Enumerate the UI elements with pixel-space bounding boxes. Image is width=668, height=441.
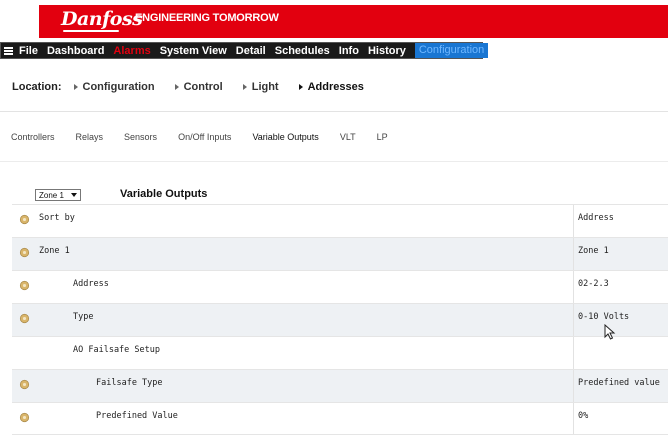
app-header: Danfoss ENGINEERING TOMORROW [0, 0, 668, 40]
subtab-controllers[interactable]: Controllers [11, 132, 55, 142]
breadcrumb-item-label: Addresses [307, 81, 364, 93]
table-row-type[interactable]: Type 0-10 Volts [12, 303, 668, 336]
menu-configuration[interactable]: Configuration [414, 43, 489, 58]
column-divider [573, 337, 574, 369]
column-divider [573, 304, 574, 336]
triangle-right-icon [73, 84, 78, 90]
breadcrumb: Location: Configuration Control Light Ad… [0, 72, 668, 102]
breadcrumb-light[interactable]: Light [242, 81, 279, 93]
row-label: Predefined Value [96, 411, 178, 421]
table-row-failsafe-type[interactable]: Failsafe Type Predefined value [12, 369, 668, 402]
row-label: Failsafe Type [96, 378, 163, 388]
breadcrumb-label: Location: [12, 81, 62, 93]
menu-system-view[interactable]: System View [160, 45, 227, 57]
gear-icon [19, 412, 30, 423]
menu-alarms[interactable]: Alarms [113, 45, 150, 57]
breadcrumb-configuration[interactable]: Configuration [73, 81, 155, 93]
subtab-onoff-inputs[interactable]: On/Off Inputs [178, 132, 231, 142]
table-row-address[interactable]: Address 02-2.3 [12, 270, 668, 303]
menu-button[interactable] [4, 43, 13, 58]
logo-text: Danfoss [61, 8, 143, 30]
brand-bar: Danfoss ENGINEERING TOMORROW [39, 5, 668, 38]
menu-info[interactable]: Info [339, 45, 359, 57]
zone-select-value: Zone 1 [39, 190, 64, 200]
table-row-zone[interactable]: Zone 1 Zone 1 [12, 237, 668, 270]
table-row-predefined-value[interactable]: Predefined Value 0% [12, 402, 668, 435]
logo-underline [63, 30, 119, 32]
row-label: AO Failsafe Setup [73, 345, 160, 355]
zone-select[interactable]: Zone 1 [35, 189, 81, 201]
triangle-right-icon [242, 84, 247, 90]
row-label: Zone 1 [39, 246, 70, 256]
column-divider [573, 238, 574, 270]
menu-schedules[interactable]: Schedules [275, 45, 330, 57]
breadcrumb-item-label: Control [183, 81, 223, 93]
breadcrumb-item-label: Configuration [82, 81, 155, 93]
subtab-variable-outputs[interactable]: Variable Outputs [252, 132, 318, 142]
column-divider [573, 271, 574, 303]
table-row-ao-failsafe-setup: AO Failsafe Setup [12, 336, 668, 369]
row-value[interactable]: 02-2.3 [578, 279, 609, 289]
divider [0, 111, 668, 112]
row-value[interactable]: Predefined value [578, 378, 660, 388]
column-divider [573, 370, 574, 402]
row-value[interactable]: 0-10 Volts [578, 312, 629, 322]
column-divider [573, 403, 574, 434]
divider [0, 161, 668, 162]
row-label: Address [73, 279, 109, 289]
main-menu-bar: File Dashboard Alarms System View Detail… [0, 42, 489, 59]
triangle-right-icon [174, 84, 179, 90]
tagline: ENGINEERING TOMORROW [135, 12, 279, 24]
subtab-bar: Controllers Relays Sensors On/Off Inputs… [0, 127, 409, 147]
menu-detail[interactable]: Detail [236, 45, 266, 57]
gear-icon [19, 313, 30, 324]
table-row-sort-by[interactable]: Sort by Address [12, 204, 668, 237]
row-value[interactable]: 0% [578, 411, 588, 421]
chevron-down-icon [71, 193, 77, 197]
row-label: Type [73, 312, 94, 322]
hamburger-icon [4, 46, 13, 55]
danfoss-logo: Danfoss [61, 8, 143, 34]
row-value[interactable]: Zone 1 [578, 246, 609, 256]
menu-dashboard[interactable]: Dashboard [47, 45, 104, 57]
gear-icon [19, 247, 30, 258]
subtab-relays[interactable]: Relays [76, 132, 104, 142]
triangle-right-icon [298, 84, 303, 90]
section-title: Variable Outputs [120, 188, 208, 200]
subtab-sensors[interactable]: Sensors [124, 132, 157, 142]
row-value[interactable]: Address [578, 213, 614, 223]
gear-icon [19, 214, 30, 225]
gear-icon [19, 280, 30, 291]
subtab-lp[interactable]: LP [377, 132, 388, 142]
gear-icon [19, 379, 30, 390]
subtab-vlt[interactable]: VLT [340, 132, 356, 142]
breadcrumb-item-label: Light [251, 81, 279, 93]
parameter-table: Sort by Address Zone 1 Zone 1 Address 02… [12, 204, 668, 435]
breadcrumb-control[interactable]: Control [174, 81, 223, 93]
row-label: Sort by [39, 213, 75, 223]
menu-file[interactable]: File [19, 45, 38, 57]
breadcrumb-addresses[interactable]: Addresses [298, 81, 364, 93]
column-divider [573, 205, 574, 237]
mouse-cursor-icon [604, 324, 616, 340]
menu-history[interactable]: History [368, 45, 406, 57]
